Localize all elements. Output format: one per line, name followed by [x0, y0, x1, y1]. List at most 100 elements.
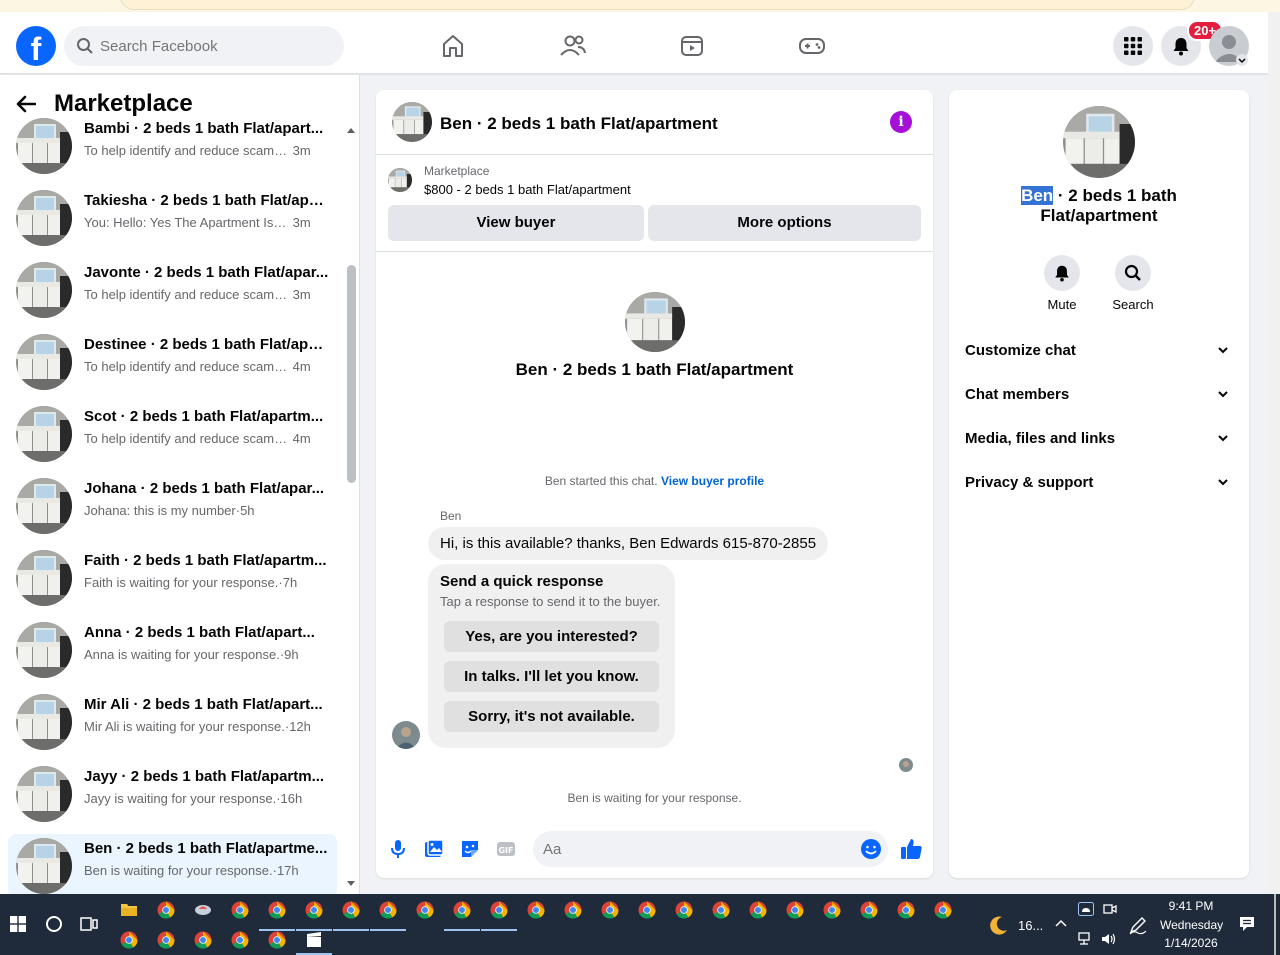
chrome-icon[interactable] — [675, 901, 693, 919]
chat-list-item[interactable]: Jayy · 2 beds 1 bath Flat/apartm... Jayy … — [8, 762, 337, 826]
address-bar[interactable] — [120, 0, 1195, 10]
chrome-icon[interactable] — [157, 901, 175, 919]
sidebar-scrollbar-thumb[interactable] — [347, 265, 356, 483]
chrome-icon[interactable] — [268, 901, 286, 919]
chat-list-item[interactable]: Takiesha · 2 beds 1 bath Flat/apa... You:… — [8, 186, 337, 250]
chat-list-item[interactable]: Ben · 2 beds 1 bath Flat/apartme... Ben i… — [8, 834, 337, 894]
chat-list-item[interactable]: Mir Ali · 2 beds 1 bath Flat/apart... Mir… — [8, 690, 337, 754]
search-box[interactable] — [64, 26, 344, 66]
chat-list-item[interactable]: Scot · 2 beds 1 bath Flat/apartm... To he… — [8, 402, 337, 466]
listing-price-title[interactable]: $800 - 2 beds 1 bath Flat/apartment — [424, 182, 631, 197]
clock-time[interactable]: 9:41 PM — [1160, 899, 1222, 913]
listing-thumbnail[interactable] — [392, 102, 432, 142]
chrome-icon[interactable] — [490, 901, 508, 919]
chrome-icon[interactable] — [638, 901, 656, 919]
photo-icon[interactable] — [423, 838, 445, 860]
watch-icon[interactable] — [672, 26, 712, 66]
chrome-icon[interactable] — [157, 931, 175, 949]
back-arrow-icon[interactable] — [16, 95, 36, 113]
chrome-icon[interactable] — [342, 901, 360, 919]
listing-thumbnail[interactable] — [388, 168, 412, 192]
video-editor-icon[interactable] — [305, 931, 323, 949]
chrome-icon[interactable] — [120, 931, 138, 949]
task-view-icon[interactable] — [80, 915, 98, 933]
media-files-links-row[interactable]: Media, files and links — [957, 420, 1241, 460]
chrome-icon[interactable] — [527, 901, 545, 919]
microphone-icon[interactable] — [387, 838, 409, 860]
gif-icon[interactable]: GIF — [495, 838, 517, 860]
cortana-search-icon[interactable] — [45, 915, 63, 933]
windows-start-icon[interactable] — [10, 916, 26, 932]
search-conversation-button[interactable]: Search — [1103, 255, 1163, 312]
chat-list-item[interactable]: Bambi · 2 beds 1 bath Flat/apart... To he… — [8, 114, 337, 178]
chrome-icon[interactable] — [379, 901, 397, 919]
more-options-button[interactable]: More options — [648, 205, 921, 241]
file-explorer-icon[interactable] — [120, 901, 138, 919]
sticker-icon[interactable] — [459, 838, 481, 860]
chrome-icon[interactable] — [231, 901, 249, 919]
message-input[interactable] — [543, 831, 843, 867]
pen-workspace-icon[interactable] — [1128, 915, 1148, 935]
chrome-icon[interactable] — [786, 901, 804, 919]
chrome-icon[interactable] — [823, 901, 841, 919]
sender-avatar[interactable] — [392, 721, 420, 749]
quick-reply-button[interactable]: Yes, are you interested? — [444, 621, 659, 652]
account-chevron-icon[interactable] — [1236, 54, 1248, 66]
chrome-icon[interactable] — [860, 901, 878, 919]
menu-grid-icon[interactable] — [1113, 26, 1153, 66]
weather-temp[interactable]: 16... — [1018, 918, 1043, 933]
quick-reply-button[interactable]: Sorry, it's not available. — [444, 701, 659, 732]
action-center-icon[interactable] — [1238, 915, 1256, 933]
meet-now-icon[interactable] — [1103, 902, 1117, 916]
chat-list-item[interactable]: Anna · 2 beds 1 bath Flat/apart... Anna i… — [8, 618, 337, 682]
privacy-support-row[interactable]: Privacy & support — [957, 464, 1241, 504]
view-buyer-profile-link[interactable]: View buyer profile — [661, 474, 764, 488]
chat-list-item[interactable]: Destinee · 2 beds 1 bath Flat/apa... To h… — [8, 330, 337, 394]
gaming-icon[interactable] — [792, 26, 832, 66]
home-icon[interactable] — [433, 26, 473, 66]
chat-time: 5h — [240, 503, 255, 518]
chrome-icon[interactable] — [934, 901, 952, 919]
thumbs-up-icon[interactable] — [899, 837, 923, 861]
chat-title[interactable]: Ben · 2 beds 1 bath Flat/apartment — [440, 114, 718, 134]
network-icon[interactable] — [1078, 932, 1094, 946]
friends-icon[interactable] — [553, 26, 593, 66]
facebook-logo[interactable]: f — [16, 26, 56, 66]
chrome-icon[interactable] — [416, 901, 434, 919]
chrome-icon[interactable] — [601, 901, 619, 919]
details-listing-image[interactable] — [1063, 106, 1135, 178]
chrome-icon[interactable] — [305, 901, 323, 919]
mute-label: Mute — [1047, 297, 1077, 312]
chrome-icon[interactable] — [564, 901, 582, 919]
mute-button[interactable]: Mute — [1032, 255, 1092, 312]
volume-icon[interactable] — [1101, 932, 1117, 946]
clock-day[interactable]: Wednesday — [1160, 918, 1223, 932]
chrome-icon[interactable] — [268, 931, 286, 949]
message-bubble[interactable]: Hi, is this available? thanks, Ben Edwar… — [428, 527, 829, 560]
show-desktop-button[interactable] — [1274, 894, 1276, 955]
emoji-icon[interactable] — [860, 838, 882, 860]
clock-date[interactable]: 1/14/2026 — [1160, 936, 1222, 950]
chrome-icon[interactable] — [897, 901, 915, 919]
view-buyer-button[interactable]: View buyer — [388, 205, 644, 241]
chat-list-item[interactable]: Faith · 2 beds 1 bath Flat/apartm... Fait… — [8, 546, 337, 610]
message-input-wrapper[interactable] — [533, 831, 888, 867]
tray-expand-icon[interactable] — [1055, 919, 1067, 927]
scroll-down-arrow-icon[interactable] — [346, 880, 356, 888]
chrome-icon[interactable] — [231, 931, 249, 949]
onedrive-icon[interactable] — [1078, 902, 1094, 916]
scroll-up-arrow-icon[interactable] — [346, 126, 356, 134]
pinned-app-icon[interactable] — [194, 901, 212, 919]
chrome-icon[interactable] — [749, 901, 767, 919]
quick-reply-button[interactable]: In talks. I'll let you know. — [444, 661, 659, 692]
chrome-icon[interactable] — [453, 901, 471, 919]
info-icon[interactable]: i — [890, 111, 912, 133]
chrome-icon[interactable] — [712, 901, 730, 919]
chat-list-item[interactable]: Javonte · 2 beds 1 bath Flat/apar... To h… — [8, 258, 337, 322]
chrome-icon[interactable] — [194, 931, 212, 949]
chat-members-row[interactable]: Chat members — [957, 376, 1241, 416]
search-input[interactable] — [100, 26, 330, 66]
page-scrollbar[interactable] — [1268, 12, 1280, 894]
customize-chat-row[interactable]: Customize chat — [957, 332, 1241, 372]
chat-list-item[interactable]: Johana · 2 beds 1 bath Flat/apar... Johan… — [8, 474, 337, 538]
